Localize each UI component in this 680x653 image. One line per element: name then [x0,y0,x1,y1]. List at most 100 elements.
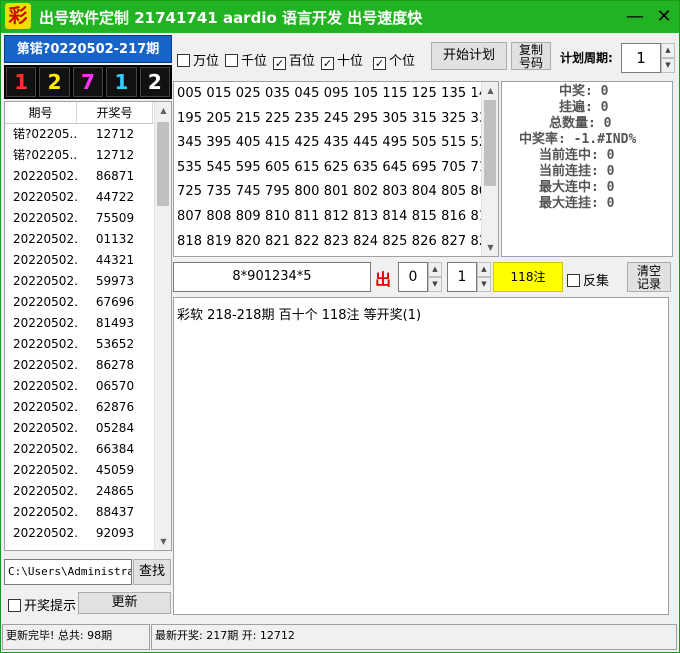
table-row[interactable]: 20220502... 24865 [5,481,171,502]
checkmark-icon[interactable]: ✓ [373,57,386,70]
cycle-up-icon[interactable]: ▲ [661,43,675,58]
checkbox-box[interactable] [567,274,580,287]
spin2-field[interactable]: 1 [447,262,477,292]
row-period: 20220502... [13,484,77,498]
cycle-label: 计划周期: [560,51,613,65]
latest-draw-digits: 1 2 7 1 2 [4,65,172,99]
row-number: 12712 [95,127,135,141]
row-number: 44722 [95,190,135,204]
row-number: 12712 [95,148,135,162]
checkbox-box[interactable] [225,54,238,67]
stat-current-streak-hit: 当前连中: 0 [539,148,615,163]
table-row[interactable]: 锘?02205... 12712 [5,145,171,166]
table-row[interactable]: 20220502... 81493 [5,313,171,334]
checkmark-icon[interactable]: ✓ [321,57,334,70]
position-checkbox[interactable]: ✓ 十位 [321,50,363,70]
position-checkbox[interactable]: ✓ 个位 [373,50,415,70]
start-plan-button[interactable]: 开始计划 [431,42,507,70]
checkbox-box[interactable] [177,54,190,67]
current-period-label: 第锘?0220502-217期 [4,35,172,63]
table-row[interactable]: 20220502... 92093 [5,523,171,544]
column-header-period[interactable]: 期号 [5,102,77,123]
scroll-thumb[interactable] [484,100,496,186]
update-button[interactable]: 更新 [78,592,171,614]
spin1-up-icon[interactable]: ▲ [428,262,442,277]
row-number: 92093 [95,526,135,540]
position-checkbox[interactable]: 万位 [177,50,219,69]
table-row[interactable]: 20220502... 59973 [5,271,171,292]
clear-log-button[interactable]: 清空 记录 [627,262,671,292]
app-logo: 彩 [5,3,31,29]
table-row[interactable]: 20220502... 62876 [5,397,171,418]
scroll-down-icon[interactable]: ▼ [482,239,498,256]
table-row[interactable]: 20220502... 05284 [5,418,171,439]
row-number: 06570 [95,379,135,393]
plan-numbers-box[interactable]: 005 015 025 035 045 095 105 115 125 135 … [173,81,499,257]
row-period: 20220502... [13,316,77,330]
cycle-down-icon[interactable]: ▼ [661,58,675,73]
spin2-down-icon[interactable]: ▼ [477,277,491,292]
row-number: 81493 [95,316,135,330]
scroll-down-icon[interactable]: ▼ [155,533,171,550]
notify-checkbox[interactable]: 开奖提示 [8,595,76,614]
table-row[interactable]: 20220502... 86871 [5,166,171,187]
row-period: 20220502... [13,463,77,477]
invert-checkbox[interactable]: 反集 [567,270,609,289]
number-line: 005 015 025 035 045 095 105 115 125 135 … [177,86,496,101]
out-label: 出 [375,270,392,289]
row-period: 20220502... [13,190,77,204]
table-row[interactable]: 20220502... 45059 [5,460,171,481]
draw-digit: 2 [39,67,70,97]
spin2-up-icon[interactable]: ▲ [477,262,491,277]
path-input[interactable]: C:\Users\Administrator [4,559,132,585]
table-row[interactable]: 20220502... 06570 [5,376,171,397]
title-bar[interactable]: 彩 出号软件定制 21741741 aardio 语言开发 出号速度快 — ✕ [1,1,679,33]
table-row[interactable]: 20220502... 86278 [5,355,171,376]
cycle-input[interactable]: 1 [621,43,661,73]
scroll-up-icon[interactable]: ▲ [482,82,498,99]
formula-field[interactable]: 8*901234*5 [173,262,371,292]
history-list[interactable]: 期号 开奖号 锘?02205... 12712 锘?02205... 12712 202… [4,101,172,551]
table-row[interactable]: 20220502... 88437 [5,502,171,523]
find-button[interactable]: 查找 [133,559,171,585]
position-checkbox[interactable]: 千位 [225,50,267,69]
scroll-thumb[interactable] [157,122,169,206]
position-label: 万位 [193,54,220,69]
row-period: 20220502... [13,337,77,351]
scroll-up-icon[interactable]: ▲ [155,102,171,119]
table-row[interactable]: 20220502... 01132 [5,229,171,250]
history-rows: 锘?02205... 12712 锘?02205... 12712 20220502..… [5,124,171,544]
invert-label: 反集 [583,274,610,289]
log-line: 彩软 218-218期 百十个 118注 等开奖(1) [177,308,422,323]
number-line: 818 819 820 821 822 823 824 825 826 827 … [177,233,496,249]
close-button[interactable]: ✕ [652,5,676,29]
row-period: 20220502... [13,211,77,225]
position-checkbox[interactable]: ✓ 百位 [273,50,315,70]
plan-number-lines: 005 015 025 035 045 095 105 115 125 135 … [174,82,498,254]
status-left: 更新完毕! 总共: 98期 [2,624,150,650]
history-scrollbar[interactable]: ▲ ▼ [154,102,171,550]
copy-numbers-button[interactable]: 复制 号码 [511,42,551,70]
checkmark-icon[interactable]: ✓ [273,57,286,70]
number-line: 807 808 809 810 811 812 813 814 815 816 … [177,208,496,224]
spin1-down-icon[interactable]: ▼ [428,277,442,292]
main-window: 彩 出号软件定制 21741741 aardio 语言开发 出号速度快 — ✕ … [0,0,680,653]
table-row[interactable]: 20220502... 66384 [5,439,171,460]
row-period: 20220502... [13,169,77,183]
spin1-field[interactable]: 0 [398,262,428,292]
checkbox-box[interactable] [8,599,21,612]
column-header-number[interactable]: 开奖号 [77,102,153,123]
table-row[interactable]: 20220502... 44321 [5,250,171,271]
table-row[interactable]: 20220502... 75509 [5,208,171,229]
table-row[interactable]: 20220502... 67696 [5,292,171,313]
table-row[interactable]: 20220502... 53652 [5,334,171,355]
row-number: 44321 [95,253,135,267]
stat-hit-rate: 中奖率: -1.#IND% [519,132,637,147]
log-area[interactable]: 彩软 218-218期 百十个 118注 等开奖(1) [173,297,669,615]
minimize-button[interactable]: — [623,5,647,29]
table-row[interactable]: 20220502... 44722 [5,187,171,208]
clear-label-line2: 记录 [636,277,661,291]
table-row[interactable]: 锘?02205... 12712 [5,124,171,145]
numbers-scrollbar[interactable]: ▲ ▼ [481,82,498,256]
notify-label: 开奖提示 [24,599,77,614]
